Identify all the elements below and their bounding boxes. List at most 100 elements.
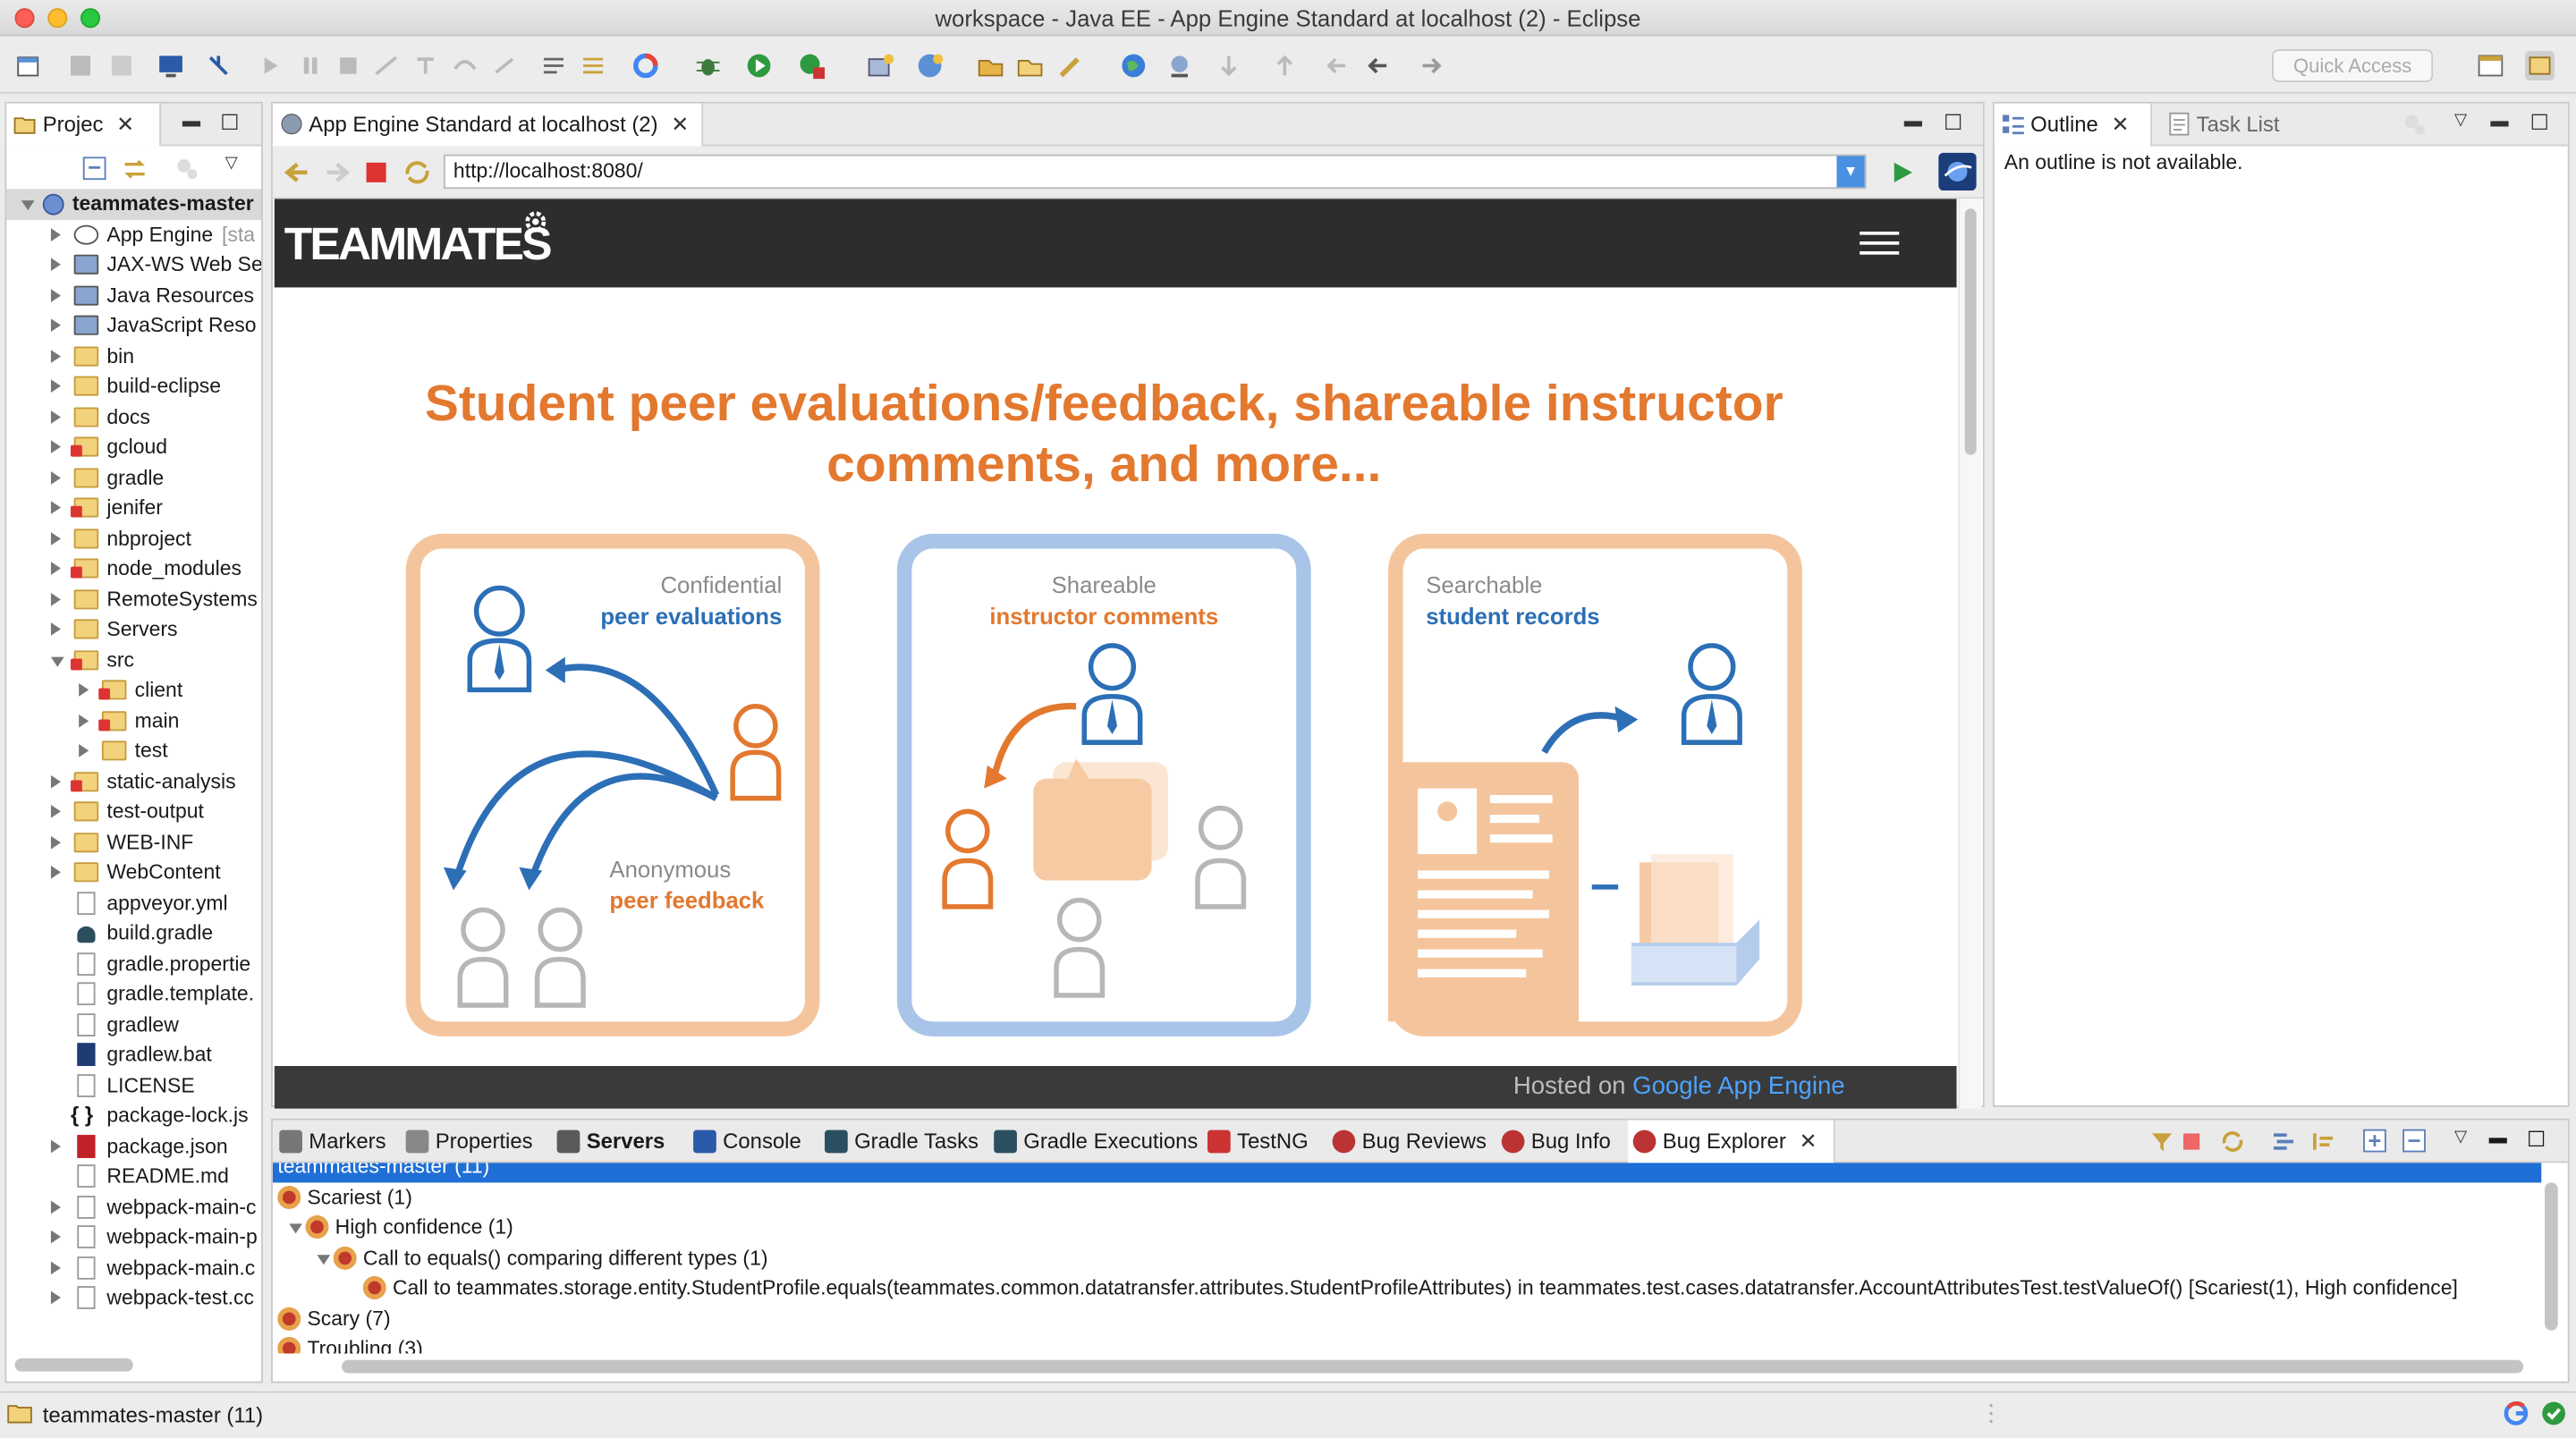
teammates-logo[interactable]: TEAMMATES [284, 218, 553, 271]
tree-item[interactable]: gradle.template. [6, 979, 261, 1010]
zoom-window-button[interactable] [80, 8, 101, 29]
new-server-icon[interactable] [866, 51, 895, 80]
maximize-icon[interactable]: ☐ [2530, 110, 2549, 136]
collapsed-arrow-icon[interactable] [50, 258, 61, 272]
collapsed-arrow-icon[interactable] [50, 562, 61, 575]
bug-tree-item[interactable]: Scary (7) [273, 1303, 2541, 1333]
tree-root-item[interactable]: teammates-master [6, 189, 262, 220]
suspend-icon[interactable] [296, 51, 326, 80]
debug-icon[interactable] [693, 51, 723, 80]
tree-item[interactable]: LICENSE [6, 1070, 261, 1101]
collapse-all-icon[interactable] [82, 156, 107, 181]
collapsed-arrow-icon[interactable] [50, 470, 61, 484]
new-icon[interactable] [15, 51, 45, 80]
bug-explorer-horizontal-scrollbar[interactable] [342, 1359, 2524, 1374]
collapsed-arrow-icon[interactable] [50, 288, 61, 302]
new-web-icon[interactable] [915, 51, 945, 80]
collapse-all-icon[interactable] [2402, 1129, 2427, 1154]
bug-tree-item[interactable]: High confidence (1) [273, 1212, 2541, 1242]
quick-access-input[interactable]: Quick Access [2272, 49, 2434, 82]
bug-tree-item[interactable]: Call to teammates.storage.entity.Student… [273, 1273, 2541, 1303]
collapsed-arrow-icon[interactable] [50, 1138, 61, 1153]
tree-item[interactable]: gradlew [6, 1010, 261, 1040]
terminate-icon[interactable] [334, 51, 363, 80]
collapsed-arrow-icon[interactable] [79, 714, 89, 727]
collapsed-arrow-icon[interactable] [50, 410, 61, 423]
deploy-icon[interactable] [1165, 51, 1194, 80]
url-input[interactable]: http://localhost:8080/▼ [443, 154, 1867, 190]
go-icon[interactable] [1889, 159, 1915, 185]
resume-icon[interactable] [257, 51, 286, 80]
tree-item[interactable]: test-output [6, 797, 261, 827]
tree-item[interactable]: main [6, 706, 261, 736]
collapsed-arrow-icon[interactable] [79, 683, 89, 697]
tab-outline[interactable]: Outline ✕ [1994, 103, 2153, 147]
close-icon[interactable]: ✕ [671, 104, 689, 147]
expanded-arrow-icon[interactable] [317, 1254, 331, 1265]
collapsed-arrow-icon[interactable] [50, 592, 61, 605]
view-menu-icon[interactable]: ▽ [2454, 112, 2467, 130]
tree-item[interactable]: Java Resources [6, 280, 261, 310]
globe-icon[interactable] [1119, 51, 1148, 80]
step-into-icon[interactable] [411, 51, 440, 80]
tree-item[interactable]: client [6, 675, 261, 706]
collapsed-arrow-icon[interactable] [50, 1290, 61, 1305]
minimize-icon[interactable]: ▬ [2490, 112, 2508, 131]
sort-icon[interactable] [2309, 1129, 2335, 1155]
tree-item[interactable]: JAX-WS Web Se [6, 250, 261, 280]
tree-item[interactable]: appveyor.yml [6, 888, 261, 918]
run-external-icon[interactable] [797, 51, 826, 80]
collapsed-arrow-icon[interactable] [50, 1230, 61, 1244]
close-icon[interactable]: ✕ [1799, 1121, 1817, 1163]
collapsed-arrow-icon[interactable] [50, 227, 61, 241]
filter-icon[interactable] [2148, 1129, 2174, 1155]
tree-item[interactable]: RemoteSystems [6, 584, 261, 614]
javaee-perspective-icon[interactable] [2525, 50, 2555, 80]
disconnect-icon[interactable] [371, 51, 401, 80]
toggle-mark-icon[interactable] [538, 51, 568, 80]
bug-tree-root[interactable]: teammates-master (11) [272, 1163, 2542, 1182]
tree-item[interactable]: webpack-test.cc [6, 1282, 261, 1313]
expand-all-icon[interactable] [2362, 1129, 2387, 1154]
tab-bug-explorer[interactable]: Bug Explorer ✕ [1628, 1120, 1835, 1163]
tab-task-list[interactable]: Task List [2160, 104, 2280, 147]
close-icon[interactable]: ✕ [2112, 104, 2130, 147]
tab-gradle-executions[interactable]: Gradle Executions [989, 1121, 1198, 1163]
tree-item[interactable]: nbproject [6, 523, 261, 554]
collapsed-arrow-icon[interactable] [50, 318, 61, 333]
view-menu-icon[interactable]: ▽ [2454, 1129, 2467, 1146]
collapsed-arrow-icon[interactable] [50, 834, 61, 849]
close-icon[interactable]: ✕ [116, 104, 134, 147]
tab-properties[interactable]: Properties [401, 1121, 533, 1163]
back-icon[interactable] [1363, 51, 1393, 80]
next-annotation-icon[interactable] [1214, 51, 1243, 80]
tree-item[interactable]: { } package-lock.js [6, 1101, 261, 1131]
browser-stop-icon[interactable] [365, 161, 388, 184]
tab-servers[interactable]: Servers [552, 1121, 665, 1163]
tree-item[interactable]: JavaScript Reso [6, 310, 261, 341]
browser-vertical-scrollbar[interactable] [1958, 199, 1982, 1109]
bug-tree-item[interactable]: Scariest (1) [273, 1182, 2541, 1213]
skip-breakpoints-icon[interactable] [204, 51, 233, 80]
tab-testng[interactable]: TestNG [1202, 1121, 1309, 1163]
open-external-browser-icon[interactable] [1938, 152, 1977, 191]
group-by-icon[interactable] [2270, 1129, 2296, 1155]
bug-tree-item[interactable]: Call to equals() comparing different typ… [273, 1242, 2541, 1273]
tree-item[interactable]: src [6, 645, 261, 675]
tree-item[interactable]: WebContent [6, 858, 261, 888]
collapsed-arrow-icon[interactable] [50, 531, 61, 545]
tab-app-engine-standard[interactable]: App Engine Standard at localhost (2) ✕ [272, 103, 704, 147]
collapsed-arrow-icon[interactable] [79, 744, 89, 757]
browser-forward-icon[interactable] [322, 159, 352, 185]
open-perspective-icon[interactable] [2476, 51, 2505, 80]
open-folder-icon[interactable] [1015, 51, 1045, 80]
tree-item[interactable]: gcloud [6, 432, 261, 462]
collapsed-arrow-icon[interactable] [50, 379, 61, 393]
expanded-arrow-icon[interactable] [21, 200, 35, 211]
step-return-icon[interactable] [489, 51, 519, 80]
tree-item[interactable]: node_modules [6, 554, 261, 584]
maximize-icon[interactable]: ☐ [220, 110, 239, 136]
collapsed-arrow-icon[interactable] [50, 774, 61, 788]
tree-item[interactable]: webpack-main-p [6, 1222, 261, 1253]
tab-bug-info[interactable]: Bug Info [1496, 1121, 1611, 1163]
